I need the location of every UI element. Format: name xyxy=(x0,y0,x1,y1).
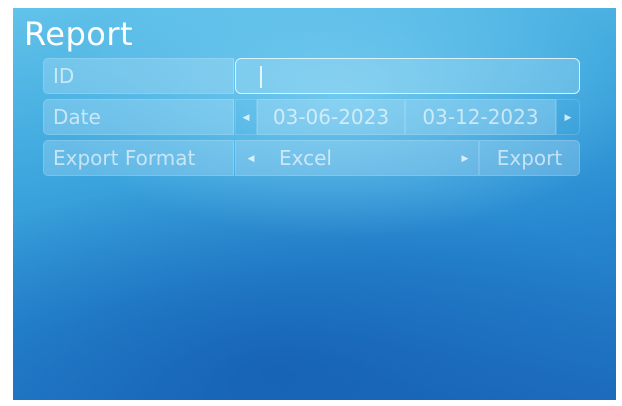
end-date-field[interactable]: 03-12-2023 xyxy=(405,99,556,135)
date-row: Date ◀ 03-06-2023 03-12-2023 ▶ xyxy=(43,99,580,135)
export-format-value: Excel xyxy=(279,146,332,170)
id-row: ID xyxy=(43,58,580,94)
triangle-right-icon: ▶ xyxy=(564,113,572,123)
triangle-left-icon[interactable]: ◀ xyxy=(240,141,262,175)
start-date-field[interactable]: 03-06-2023 xyxy=(257,99,405,135)
report-screen: Report ID Date ◀ 03-06-2023 03-12-2023 ▶… xyxy=(13,8,616,400)
date-label: Date xyxy=(43,99,234,135)
date-next-button[interactable]: ▶ xyxy=(556,99,580,135)
export-button[interactable]: Export xyxy=(479,140,580,176)
id-label: ID xyxy=(43,58,234,94)
id-input[interactable] xyxy=(235,58,580,94)
export-format-row: Export Format Excel ◀ ▶ Export xyxy=(43,140,580,176)
triangle-left-icon: ◀ xyxy=(242,113,250,123)
date-prev-button[interactable]: ◀ xyxy=(235,99,257,135)
page-title: Report xyxy=(24,15,134,53)
text-caret xyxy=(260,66,262,88)
triangle-right-icon[interactable]: ▶ xyxy=(454,141,476,175)
export-format-select[interactable]: Excel ◀ ▶ xyxy=(235,140,479,176)
export-format-label: Export Format xyxy=(43,140,234,176)
